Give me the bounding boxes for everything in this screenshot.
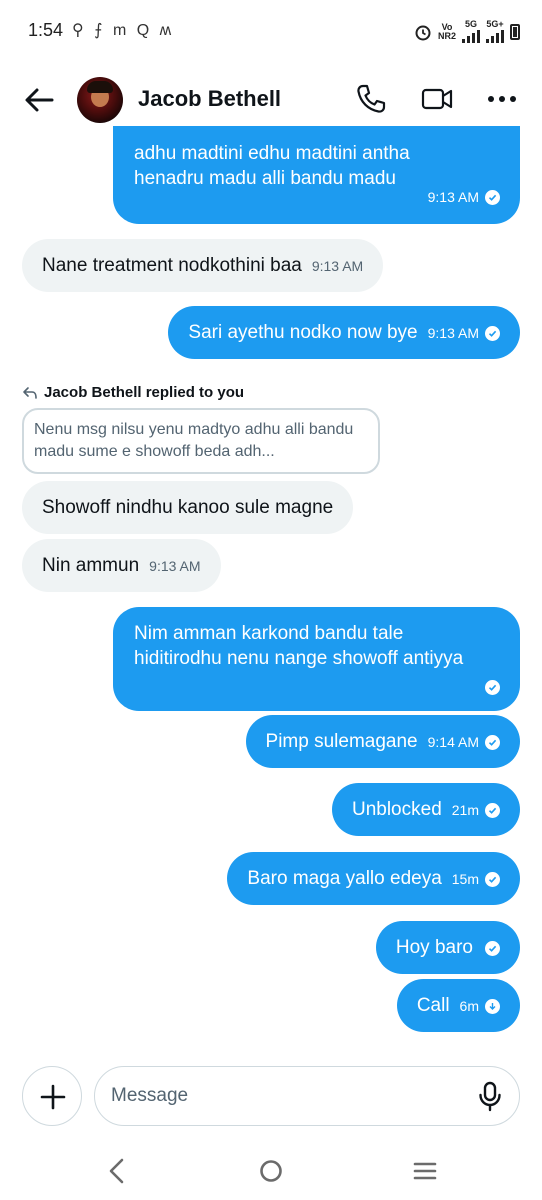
read-check-icon	[485, 190, 500, 205]
message-time: 9:13 AM	[311, 258, 364, 274]
message-meta: 15m	[452, 867, 500, 892]
message-time: 6m	[459, 998, 479, 1014]
message-outgoing[interactable]: Nim amman karkond bandu tale hiditirodhu…	[113, 607, 520, 711]
phone-call-icon[interactable]	[354, 82, 388, 116]
message-incoming[interactable]: Showoff nindhu kanoo sule magne	[22, 481, 354, 534]
back-arrow-icon[interactable]	[22, 84, 56, 116]
message-text: Call	[416, 995, 450, 1016]
message-time: 9:14 AM	[427, 734, 479, 750]
message-text: Hoy baro	[395, 937, 473, 958]
message-outgoing[interactable]: Baro maga yallo edeya 15m	[227, 852, 520, 905]
status-indicators: Vo NR2 5G 5G+	[414, 20, 520, 43]
message-composer	[0, 1062, 542, 1132]
message-time: 9:13 AM	[149, 558, 201, 574]
reply-context-label: Jacob Bethell replied to you	[22, 384, 244, 401]
message-time: 15m	[451, 871, 479, 887]
signal-sim1: 5G	[462, 20, 480, 43]
add-media-button[interactable]	[22, 1066, 82, 1126]
reply-arrow-icon	[23, 386, 37, 399]
status-time: 1:54	[28, 20, 64, 40]
quoted-message[interactable]: Nenu msg nilsu yenu madtyo adhu alli ban…	[22, 408, 380, 474]
message-text: Unblocked	[351, 799, 442, 820]
read-check-icon	[485, 735, 500, 750]
contact-name[interactable]: Jacob Bethell	[138, 86, 281, 112]
message-meta: 9:13 AM	[428, 321, 500, 346]
message-text: Pimp sulemagane	[265, 731, 418, 752]
read-check-icon	[485, 326, 500, 341]
message-text: Nin ammun	[42, 555, 140, 576]
read-check-icon	[485, 680, 500, 695]
message-outgoing[interactable]: adhu madtini edhu madtini antha henadru …	[113, 126, 520, 224]
message-outgoing[interactable]: Hoy baro	[375, 921, 520, 974]
message-input[interactable]	[94, 1066, 520, 1126]
nav-back-icon[interactable]	[100, 1154, 134, 1188]
nav-home-icon[interactable]	[254, 1154, 288, 1188]
message-text: Showoff nindhu kanoo sule magne	[42, 497, 334, 518]
signal-sim2: 5G+	[486, 20, 504, 43]
message-outgoing[interactable]: Sari ayethu nodko now bye 9:13 AM	[168, 306, 520, 359]
alarm-icon	[415, 25, 431, 40]
message-meta: 21m	[452, 798, 500, 823]
reply-label-text: Jacob Bethell replied to you	[44, 384, 245, 401]
signal-bars-icon	[462, 29, 480, 43]
system-navigation-bar	[0, 1140, 542, 1200]
more-options-icon[interactable]	[486, 82, 520, 116]
signal-bars-icon	[486, 29, 504, 43]
message-outgoing[interactable]: Call 6m	[396, 979, 520, 1032]
microphone-icon[interactable]	[474, 1080, 506, 1112]
message-incoming[interactable]: Nane treatment nodkothini baa 9:13 AM	[22, 239, 384, 292]
message-time: 9:13 AM	[427, 325, 479, 341]
scroll-down-icon	[485, 999, 500, 1014]
message-text: Nane treatment nodkothini baa	[42, 255, 302, 276]
volte-indicator: Vo NR2	[437, 21, 456, 41]
message-text: Sari ayethu nodko now bye	[188, 322, 418, 343]
read-check-icon	[485, 872, 500, 887]
status-bar: 1:54 ⚲ ⨍ m Q ʍ Vo NR2 5G 5G+	[0, 0, 542, 62]
message-text: Baro maga yallo edeya	[247, 868, 442, 889]
nav-recents-icon[interactable]	[408, 1154, 442, 1188]
message-incoming[interactable]: Nin ammun 9:13 AM	[22, 539, 221, 592]
plus-icon	[40, 1084, 66, 1110]
message-text: Nim amman karkond bandu tale hiditirodhu…	[134, 623, 464, 669]
notification-icons: ⚲ ⨍ m Q ʍ	[72, 22, 175, 39]
read-check-icon	[485, 803, 500, 818]
read-check-icon	[485, 941, 500, 956]
message-outgoing[interactable]: Pimp sulemagane 9:14 AM	[245, 715, 520, 768]
message-meta: 9:14 AM	[428, 730, 500, 755]
message-meta: 9:13 AM	[428, 185, 500, 210]
message-text: adhu madtini edhu madtini antha henadru …	[134, 143, 410, 189]
message-meta: 6m	[460, 994, 500, 1019]
message-outgoing[interactable]: Unblocked 21m	[331, 783, 520, 836]
message-time: 9:13 AM	[427, 189, 479, 205]
video-call-icon[interactable]	[420, 82, 454, 116]
message-time: 21m	[451, 802, 479, 818]
battery-icon	[510, 23, 520, 40]
avatar[interactable]	[77, 77, 123, 123]
